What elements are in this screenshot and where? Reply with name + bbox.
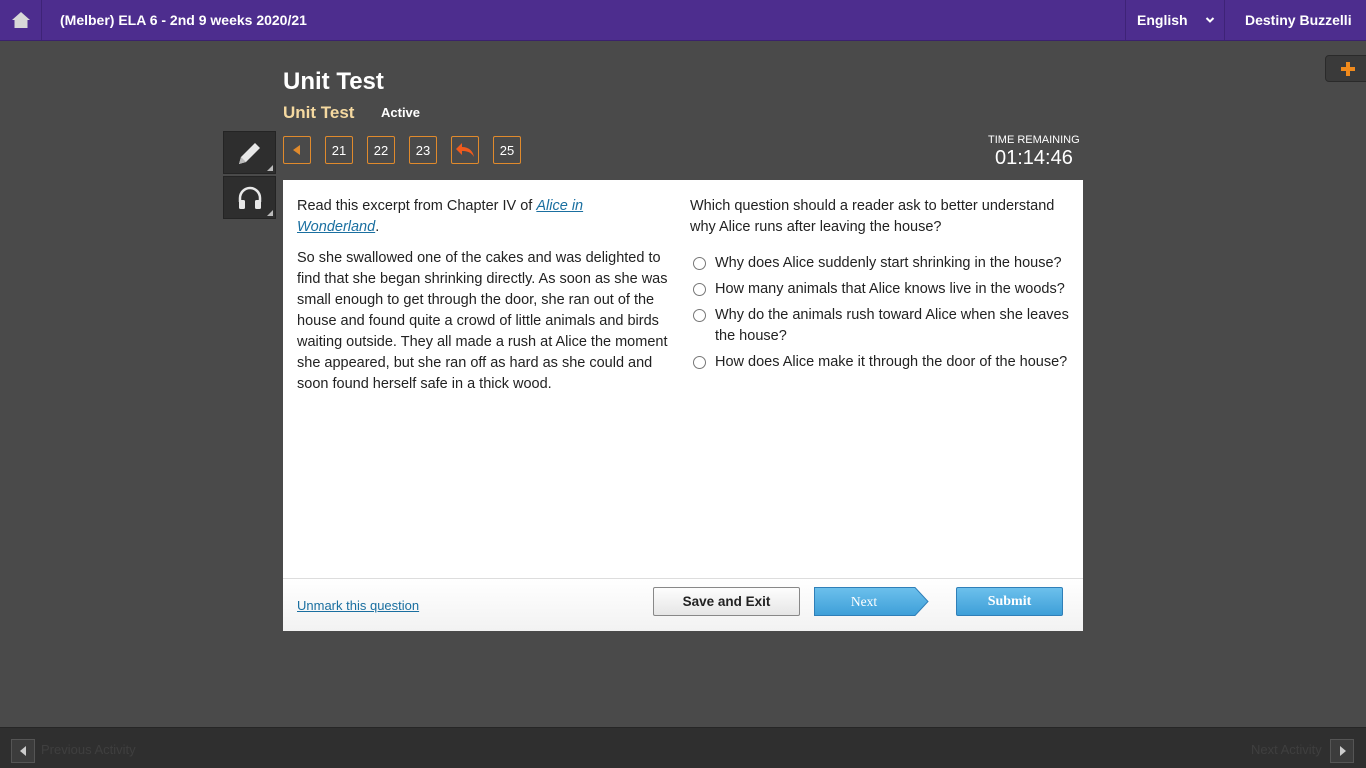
chevron-down-icon (1205, 17, 1215, 23)
previous-activity-label[interactable]: Previous Activity (41, 742, 136, 757)
status-badge: Active (381, 105, 421, 120)
language-select[interactable]: English (1125, 0, 1225, 40)
audio-tool-button[interactable] (223, 176, 276, 219)
answer-option[interactable]: Why does Alice suddenly start shrinking … (690, 253, 1070, 274)
plus-icon (1340, 61, 1355, 76)
user-menu[interactable]: Destiny Buzzelli (1226, 0, 1366, 40)
question-area: Which question should a reader ask to be… (690, 196, 1070, 378)
answer-label: How many animals that Alice knows live i… (715, 281, 1065, 297)
time-remaining-label: TIME REMAINING (988, 134, 1080, 146)
answer-label: How does Alice make it through the door … (715, 354, 1068, 370)
question-24-current-button[interactable] (451, 136, 479, 164)
top-bar: (Melber) ELA 6 - 2nd 9 weeks 2020/21 Eng… (0, 0, 1366, 41)
answer-label: Why does Alice suddenly start shrinking … (715, 255, 1062, 271)
next-button[interactable]: Next (814, 587, 929, 616)
question-23-button[interactable]: 23 (409, 136, 437, 164)
question-25-button[interactable]: 25 (493, 136, 521, 164)
answer-option[interactable]: How does Alice make it through the door … (690, 352, 1070, 373)
passage-body: So she swallowed one of the cakes and wa… (297, 250, 668, 392)
triangle-left-icon (19, 746, 26, 756)
home-button[interactable] (0, 0, 42, 40)
answer-radio[interactable] (693, 257, 706, 270)
language-label: English (1137, 12, 1188, 28)
answer-radio[interactable] (693, 283, 706, 296)
passage-intro: Read this excerpt from Chapter IV of Ali… (297, 198, 584, 235)
headphones-icon (238, 186, 261, 209)
passage: Read this excerpt from Chapter IV of Ali… (297, 196, 669, 405)
previous-question-button[interactable] (283, 136, 311, 164)
save-and-exit-button[interactable]: Save and Exit (653, 587, 800, 616)
next-activity-button[interactable] (1330, 739, 1354, 763)
course-title: (Melber) ELA 6 - 2nd 9 weeks 2020/21 (60, 12, 307, 28)
home-icon (11, 12, 30, 28)
answer-radio[interactable] (693, 309, 706, 322)
answer-option[interactable]: How many animals that Alice knows live i… (690, 279, 1070, 300)
answer-radio[interactable] (693, 356, 706, 369)
question-panel: Read this excerpt from Chapter IV of Ali… (283, 180, 1083, 631)
unmark-question-link[interactable]: Unmark this question (297, 598, 419, 613)
assessment-subtitle: Unit Test (283, 103, 355, 122)
answer-option[interactable]: Why do the animals rush toward Alice whe… (690, 305, 1070, 347)
answer-label: Why do the animals rush toward Alice whe… (715, 307, 1069, 344)
time-remaining-value: 01:14:46 (995, 147, 1073, 169)
question-21-button[interactable]: 21 (325, 136, 353, 164)
question-22-button[interactable]: 22 (367, 136, 395, 164)
question-text: Which question should a reader ask to be… (690, 198, 1055, 235)
next-activity-label[interactable]: Next Activity (1251, 742, 1322, 757)
question-footer: Unmark this question Save and Exit Next … (283, 578, 1083, 631)
triangle-left-icon (293, 145, 300, 155)
next-label: Next (850, 593, 878, 609)
pencil-tool-button[interactable] (223, 131, 276, 174)
expand-panel-button[interactable] (1325, 55, 1366, 82)
pencil-icon (238, 142, 260, 164)
tool-menu-corner (267, 165, 273, 171)
bottom-bar: Previous Activity Next Activity (0, 727, 1366, 768)
triangle-right-icon (1339, 746, 1346, 756)
previous-activity-button[interactable] (11, 739, 35, 763)
return-arrow-icon (456, 143, 474, 157)
page-title: Unit Test (283, 68, 384, 95)
tool-menu-corner (267, 210, 273, 216)
submit-button[interactable]: Submit (956, 587, 1063, 616)
